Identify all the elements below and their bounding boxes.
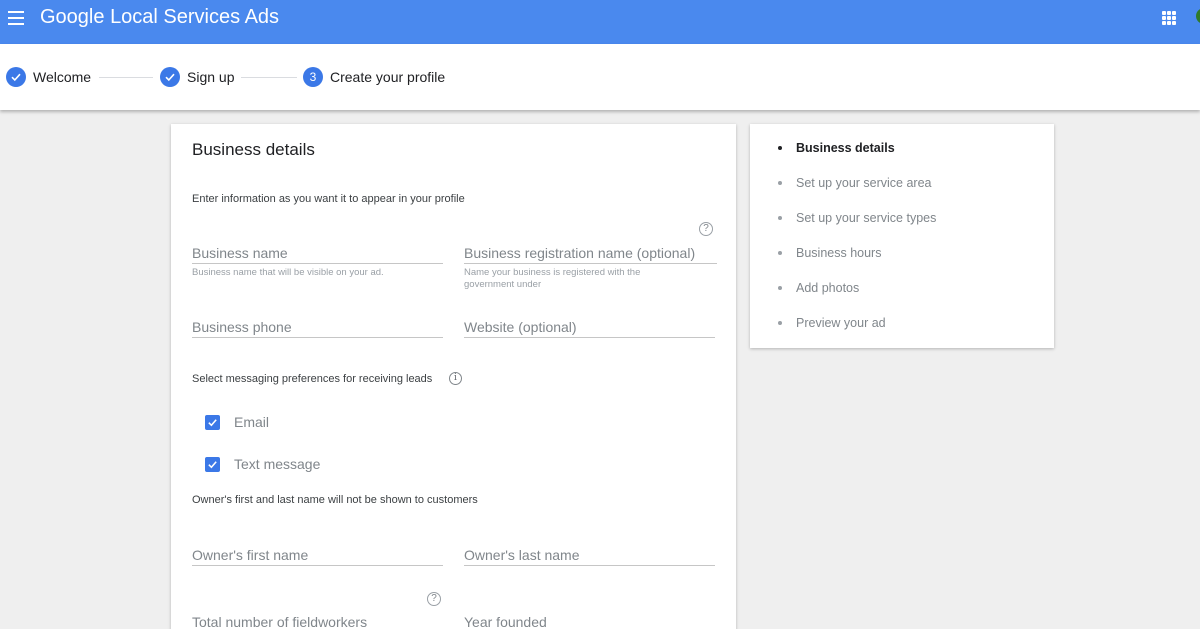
checkbox-label: Email <box>234 414 270 430</box>
apps-grid-icon[interactable] <box>1162 11 1176 25</box>
owner-last-name-field[interactable] <box>464 544 715 566</box>
business-name-input[interactable] <box>192 242 443 263</box>
registration-name-hint: Name your business is registered with th… <box>464 267 641 290</box>
step-label: Create your profile <box>330 69 446 85</box>
nav-item-add-photos[interactable]: Add photos <box>778 280 859 296</box>
text-message-checkbox[interactable]: Text message <box>205 456 320 472</box>
nav-item-service-area[interactable]: Set up your service area <box>778 175 932 191</box>
step-create-profile[interactable]: 3 Create your profile <box>303 67 445 87</box>
owner-last-name-input[interactable] <box>464 544 715 565</box>
bullet-icon <box>778 146 782 150</box>
bullet-icon <box>778 216 782 220</box>
bullet-icon <box>778 321 782 325</box>
year-founded-input[interactable] <box>464 611 715 629</box>
bullet-icon <box>778 181 782 185</box>
check-icon <box>160 67 180 87</box>
business-details-card: Business details Enter information as yo… <box>171 124 736 629</box>
bullet-icon <box>778 286 782 290</box>
nav-item-label: Preview your ad <box>796 316 886 330</box>
checkbox-checked-icon[interactable] <box>205 414 220 430</box>
business-phone-input[interactable] <box>192 316 443 337</box>
step-connector <box>99 77 153 78</box>
messaging-preferences-label: Select messaging preferences for receivi… <box>192 373 433 385</box>
product-logo[interactable]: Google Local Services Ads <box>40 5 279 29</box>
nav-item-business-hours[interactable]: Business hours <box>778 245 881 261</box>
owner-first-name-field[interactable] <box>192 544 443 566</box>
nav-item-business-details[interactable]: Business details <box>778 140 895 156</box>
nav-item-preview-ad[interactable]: Preview your ad <box>778 315 886 331</box>
bullet-icon <box>778 251 782 255</box>
step-sign-up[interactable]: Sign up <box>160 67 234 87</box>
brand-product: Local Services Ads <box>110 6 280 28</box>
nav-item-service-types[interactable]: Set up your service types <box>778 210 936 226</box>
brand-google: Google <box>40 6 105 28</box>
owner-first-name-input[interactable] <box>192 544 443 565</box>
help-icon[interactable]: ? <box>427 592 441 606</box>
fieldworkers-field[interactable] <box>192 611 443 629</box>
checkbox-checked-icon[interactable] <box>205 456 220 472</box>
top-app-bar: Google Local Services Ads <box>0 0 1200 44</box>
help-icon[interactable]: ? <box>699 222 713 236</box>
nav-item-label: Add photos <box>796 281 860 295</box>
step-connector <box>241 77 297 78</box>
email-checkbox[interactable]: Email <box>205 414 269 430</box>
form-subtitle: Enter information as you want it to appe… <box>192 193 465 205</box>
business-name-field[interactable] <box>192 242 443 264</box>
step-welcome[interactable]: Welcome <box>6 67 91 87</box>
hamburger-menu-icon[interactable] <box>8 11 24 25</box>
nav-item-label: Set up your service types <box>796 211 937 225</box>
website-input[interactable] <box>464 316 715 337</box>
business-phone-field[interactable] <box>192 316 443 338</box>
progress-stepper: Welcome Sign up 3 Create your profile <box>0 44 1200 110</box>
step-label: Sign up <box>187 69 235 85</box>
owner-note: Owner's first and last name will not be … <box>192 494 478 506</box>
profile-sections-nav: Business details Set up your service are… <box>750 124 1054 348</box>
check-icon <box>6 67 26 87</box>
year-founded-field[interactable] <box>464 611 715 629</box>
avatar[interactable] <box>1196 8 1200 24</box>
step-label: Welcome <box>33 69 92 85</box>
registration-name-input[interactable] <box>464 242 717 263</box>
nav-item-label: Business details <box>796 141 895 155</box>
registration-name-field[interactable] <box>464 242 717 264</box>
nav-item-label: Business hours <box>796 246 882 260</box>
nav-item-label: Set up your service area <box>796 176 932 190</box>
step-number: 3 <box>303 67 323 87</box>
fieldworkers-input[interactable] <box>192 611 443 629</box>
website-field[interactable] <box>464 316 715 338</box>
checkbox-label: Text message <box>234 456 321 472</box>
page-title: Business details <box>192 140 315 159</box>
info-icon[interactable]: i <box>449 372 462 385</box>
business-name-hint: Business name that will be visible on yo… <box>192 267 384 278</box>
